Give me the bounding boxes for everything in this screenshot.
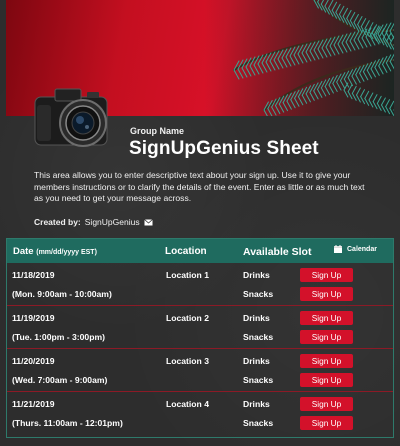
slot-name: Drinks <box>243 399 270 409</box>
header-date: Date (mm/dd/yyyy EST) <box>13 246 97 257</box>
sign-up-button[interactable]: Sign Up <box>300 287 353 301</box>
camera-image <box>34 88 108 147</box>
header-available-slot: Available Slot <box>243 246 312 258</box>
row-time: (Tue. 1:00pm - 3:00pm) <box>12 332 105 342</box>
calendar-label: Calendar <box>347 245 377 253</box>
table-row: 11/20/2019 (Wed. 7:00am - 9:00am) Location… <box>7 349 393 392</box>
row-location: Location 1 <box>166 270 209 280</box>
slot-name: Drinks <box>243 313 270 323</box>
table-header: Date (mm/dd/yyyy EST) Location Available… <box>7 239 393 263</box>
row-date: 11/21/2019 <box>12 399 55 409</box>
pine-branch-image <box>233 0 394 116</box>
sign-up-button[interactable]: Sign Up <box>300 330 353 344</box>
sign-up-button[interactable]: Sign Up <box>300 311 353 325</box>
row-date: 11/19/2019 <box>12 313 55 323</box>
signup-page: Group Name SignUpGenius Sheet This area … <box>0 0 400 446</box>
slot-name: Drinks <box>243 356 270 366</box>
row-time: (Mon. 9:00am - 10:00am) <box>12 289 112 299</box>
slot-name: Drinks <box>243 270 270 280</box>
description-text: This area allows you to enter descriptiv… <box>34 170 365 204</box>
row-time: (Thurs. 11:00am - 12:01pm) <box>12 418 123 428</box>
mail-icon[interactable] <box>143 218 153 226</box>
slot-name: Snacks <box>243 289 274 299</box>
created-by-name: SignUpGenius <box>84 217 140 227</box>
signup-table: Date (mm/dd/yyyy EST) Location Available… <box>6 238 394 438</box>
sign-up-button[interactable]: Sign Up <box>300 397 353 411</box>
sign-up-button[interactable]: Sign Up <box>300 373 353 387</box>
calendar-link[interactable]: Calendar <box>334 245 377 253</box>
row-location: Location 2 <box>166 313 209 323</box>
row-location: Location 3 <box>166 356 209 366</box>
slot-name: Snacks <box>243 418 274 428</box>
table-row: 11/18/2019 (Mon. 9:00am - 10:00am) Locatio… <box>7 263 393 306</box>
sign-up-button[interactable]: Sign Up <box>300 268 353 282</box>
row-date: 11/18/2019 <box>12 270 55 280</box>
row-date: 11/20/2019 <box>12 356 55 366</box>
calendar-icon <box>334 245 342 253</box>
table-row: 11/21/2019 (Thurs. 11:00am - 12:01pm) Loca… <box>7 392 393 435</box>
slot-name: Snacks <box>243 332 274 342</box>
created-by-label: Created by: <box>34 217 81 227</box>
group-name-label: Group Name <box>130 126 185 136</box>
table-row: 11/19/2019 (Tue. 1:00pm - 3:00pm) Location… <box>7 306 393 349</box>
header-location: Location <box>165 246 207 257</box>
sign-up-button[interactable]: Sign Up <box>300 416 353 430</box>
row-location: Location 4 <box>166 399 209 409</box>
created-by: Created by: SignUpGenius <box>34 217 153 227</box>
row-time: (Wed. 7:00am - 9:00am) <box>12 375 108 385</box>
slot-name: Snacks <box>243 375 274 385</box>
sign-up-button[interactable]: Sign Up <box>300 354 353 368</box>
page-title: SignUpGenius Sheet <box>129 138 319 159</box>
